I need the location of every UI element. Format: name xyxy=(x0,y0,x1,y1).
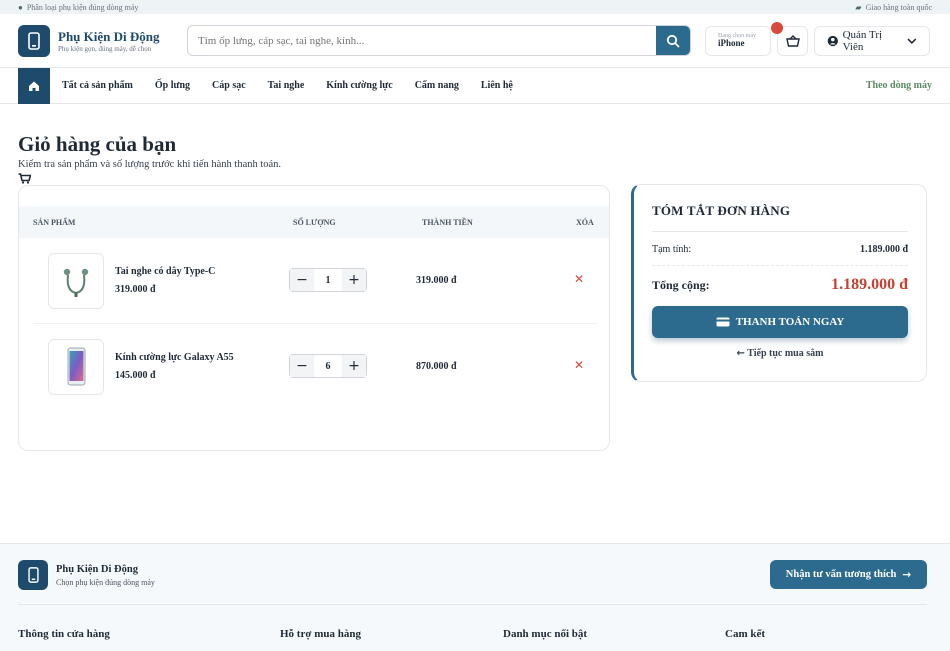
footer-divider xyxy=(18,604,927,605)
summary-total-value: 1.189.000 đ xyxy=(831,276,908,293)
product-name[interactable]: Kính cường lực Galaxy A55 xyxy=(115,352,234,363)
checkout-button[interactable]: THANH TOÁN NGAY xyxy=(652,306,908,338)
user-menu[interactable]: Quản Trị Viên xyxy=(814,25,930,56)
arrow-right-icon: → xyxy=(902,568,912,581)
phone-model-selector[interactable]: Đang chọn máy iPhone xyxy=(705,25,771,56)
remove-icon[interactable]: ✕ xyxy=(574,358,584,372)
footer-col-store-info: Thông tin cửa hàng xyxy=(18,628,110,640)
basket-icon xyxy=(785,34,800,47)
quantity-stepper: − 1 + xyxy=(289,268,367,292)
footer-col-support: Hỗ trợ mua hàng xyxy=(280,628,361,640)
truck-icon: ▰ xyxy=(855,2,862,12)
page-subtitle: Kiểm tra sản phẩm và số lượng trước khi … xyxy=(18,159,282,170)
phone-icon xyxy=(18,560,48,590)
col-remove: XÓA xyxy=(576,217,594,227)
quantity-value[interactable]: 1 xyxy=(314,275,342,286)
site-footer: Phụ Kiện Di Động Chọn phụ kiện đúng dòng… xyxy=(0,543,950,651)
order-summary: TÓM TẮT ĐƠN HÀNG Tạm tính: 1.189.000 đ T… xyxy=(631,184,927,382)
continue-shopping-link[interactable]: ← Tiếp tục mua sắm xyxy=(652,348,908,359)
chevron-down-icon xyxy=(907,38,917,44)
remove-icon[interactable]: ✕ xyxy=(574,272,584,286)
quantity-value[interactable]: 6 xyxy=(314,361,342,372)
product-price: 319.000 đ xyxy=(115,284,156,295)
nav-by-phone-model[interactable]: Theo dòng máy xyxy=(866,80,932,91)
header-actions: Đang chọn máy iPhone Quản Trị Viên xyxy=(705,21,930,56)
summary-title: TÓM TẮT ĐƠN HÀNG xyxy=(652,203,908,232)
cart-row: Tai nghe có dây Type-C 319.000 đ − 1 + 3… xyxy=(33,238,597,324)
nav-item-cables[interactable]: Cáp sạc xyxy=(212,80,246,91)
row-subtotal: 319.000 đ xyxy=(416,275,457,286)
increase-button[interactable]: + xyxy=(342,269,366,291)
footer-tagline: Chọn phụ kiện đúng dòng máy xyxy=(56,577,155,587)
product-image-tempered-glass[interactable] xyxy=(48,339,104,395)
top-bar-right-text: Giao hàng toàn quốc xyxy=(865,2,932,12)
summary-subtotal-row: Tạm tính: 1.189.000 đ xyxy=(652,232,908,266)
page-title: Giỏ hàng của bạn xyxy=(18,132,177,156)
col-quantity: SỐ LƯỢNG xyxy=(293,217,336,227)
summary-subtotal-value: 1.189.000 đ xyxy=(859,244,908,255)
top-bar-left-text: Phân loại phụ kiện đúng dòng máy xyxy=(26,2,139,12)
decrease-button[interactable]: − xyxy=(290,269,314,291)
top-bar-right: ▰ Giao hàng toàn quốc xyxy=(855,3,932,12)
quantity-stepper: − 6 + xyxy=(289,354,367,378)
nav-item-cases[interactable]: Ốp lưng xyxy=(155,80,190,91)
cart-table-header: SẢN PHẨM SỐ LƯỢNG THÀNH TIỀN XÓA xyxy=(19,206,609,238)
compatibility-consult-button[interactable]: Nhận tư vấn tương thích → xyxy=(770,560,927,589)
nav-item-guides[interactable]: Cẩm nang xyxy=(415,80,459,91)
credit-card-icon xyxy=(716,317,730,327)
home-icon xyxy=(29,81,39,91)
product-price: 145.000 đ xyxy=(115,370,156,381)
nav-item-contact[interactable]: Liên hệ xyxy=(481,80,513,91)
phone-model-value: iPhone xyxy=(718,38,745,48)
top-bar: ● Phân loại phụ kiện đúng dòng máy ▰ Giao … xyxy=(0,0,950,14)
search-button[interactable] xyxy=(656,26,690,55)
search-input[interactable] xyxy=(188,34,656,47)
home-button[interactable] xyxy=(18,67,50,104)
footer-col-categories: Danh mục nổi bật xyxy=(503,628,588,640)
summary-total-label: Tổng cộng: xyxy=(652,277,710,292)
summary-total-row: Tổng cộng: 1.189.000 đ xyxy=(652,266,908,304)
product-image-headphones[interactable] xyxy=(48,253,104,309)
footer-brand-name: Phụ Kiện Di Động xyxy=(56,563,138,575)
checkout-label: THANH TOÁN NGAY xyxy=(735,316,845,328)
decrease-button[interactable]: − xyxy=(290,355,314,377)
summary-subtotal-label: Tạm tính: xyxy=(652,244,692,255)
top-bar-left: ● Phân loại phụ kiện đúng dòng máy xyxy=(18,3,138,12)
cart-button[interactable] xyxy=(771,21,808,56)
nav-item-headphones[interactable]: Tai nghe xyxy=(268,80,305,91)
footer-col-commitment: Cam kết xyxy=(725,628,766,640)
footer-brand: Phụ Kiện Di Động Chọn phụ kiện đúng dòng… xyxy=(18,560,155,590)
cart-table: SẢN PHẨM SỐ LƯỢNG THÀNH TIỀN XÓA Tai ngh… xyxy=(18,185,610,451)
product-name[interactable]: Tai nghe có dây Type-C xyxy=(115,266,215,277)
main-nav: Tất cả sản phẩm Ốp lưng Cáp sạc Tai nghe… xyxy=(0,67,950,104)
nav-item-all-products[interactable]: Tất cả sản phẩm xyxy=(62,80,133,91)
brand-name: Phụ Kiện Di Động xyxy=(58,28,160,44)
site-header: Phụ Kiện Di Động Phụ kiện gọn, đúng máy,… xyxy=(0,14,950,68)
search-bar xyxy=(187,25,691,56)
arrow-left-icon: ← xyxy=(736,348,745,359)
brand-logo[interactable]: Phụ Kiện Di Động Phụ kiện gọn, đúng máy,… xyxy=(18,24,173,57)
user-circle-icon xyxy=(827,35,838,46)
continue-shopping-label: Tiếp tục mua sắm xyxy=(747,348,824,359)
brand-tagline: Phụ kiện gọn, đúng máy, dễ chọn xyxy=(58,44,152,53)
search-icon xyxy=(666,34,680,48)
row-subtotal: 870.000 đ xyxy=(416,361,457,372)
cart-badge xyxy=(771,21,783,34)
user-name: Quản Trị Viên xyxy=(842,28,883,53)
check-circle-icon: ● xyxy=(18,2,23,12)
cart-row: Kính cường lực Galaxy A55 145.000 đ − 6 … xyxy=(33,324,597,410)
col-subtotal: THÀNH TIỀN xyxy=(422,217,473,227)
nav-item-tempered-glass[interactable]: Kính cường lực xyxy=(326,80,392,91)
increase-button[interactable]: + xyxy=(342,355,366,377)
compatibility-consult-label: Nhận tư vấn tương thích xyxy=(785,569,897,580)
col-product: SẢN PHẨM xyxy=(33,217,76,227)
phone-icon xyxy=(18,24,50,57)
